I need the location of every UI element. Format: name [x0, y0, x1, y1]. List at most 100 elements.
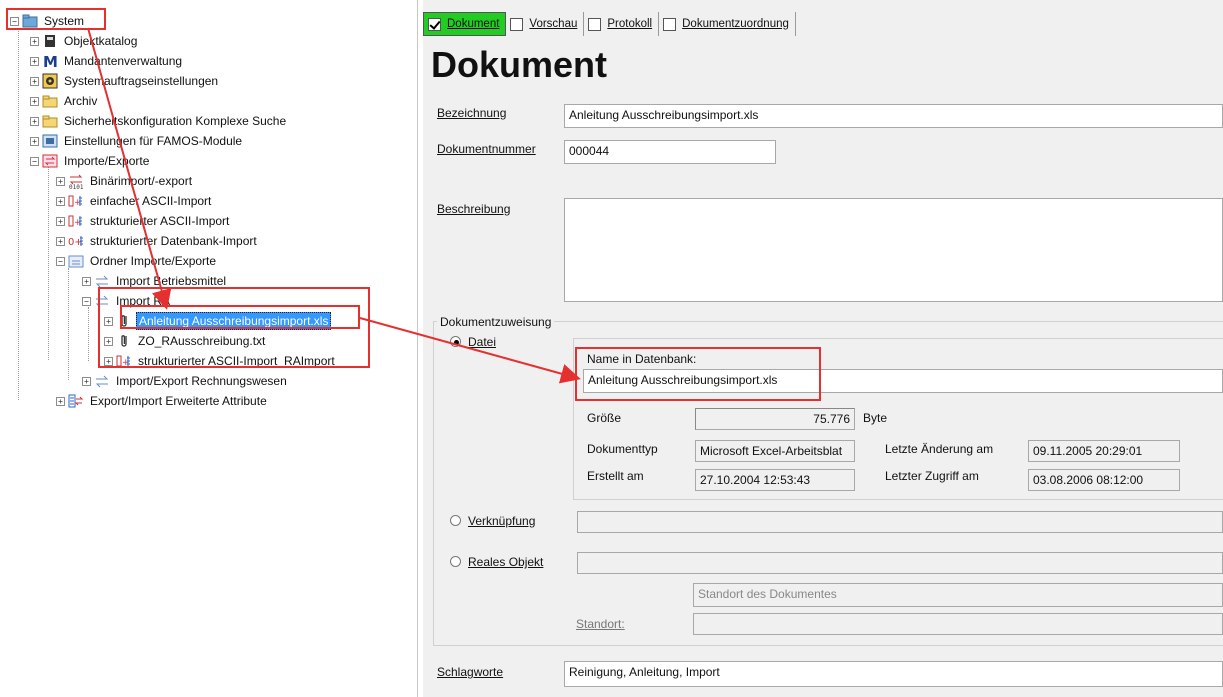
structured-import-icon: + [68, 213, 84, 229]
tree-line [88, 307, 89, 361]
annotation-box-name-db [575, 347, 821, 401]
groesse-value: 75.776 [695, 408, 855, 430]
settings-icon [42, 73, 58, 89]
database-import-icon: 0+ [68, 233, 84, 249]
module-settings-icon [42, 133, 58, 149]
tab-vorschau[interactable]: Vorschau [506, 12, 585, 36]
tree-label: Systemauftragseinstellungen [64, 74, 219, 88]
verknuepfung-label: Verknüpfung [468, 514, 536, 528]
expand-icon[interactable]: + [56, 216, 65, 226]
tree-node-importe-exporte[interactable]: − Importe/Exporte [30, 151, 151, 171]
schlagworte-input[interactable]: Reinigung, Anleitung, Import [564, 661, 1223, 687]
reales-objekt-label: Reales Objekt [468, 555, 544, 569]
import-arrows-icon [94, 373, 110, 389]
expand-icon[interactable]: + [82, 276, 91, 286]
tree-node[interactable]: + Sicherheitskonfiguration Komplexe Such… [30, 111, 288, 131]
tree-line [68, 268, 69, 380]
checkbox-checked-icon[interactable] [428, 17, 441, 31]
tab-dokument[interactable]: Dokument [423, 12, 507, 36]
binary-icon: 0101 [68, 173, 84, 189]
tree-node[interactable]: + Export/Import Erweiterte Attribute [56, 391, 269, 411]
attribute-export-icon [68, 393, 84, 409]
folder-icon [42, 113, 58, 129]
tree-label: einfacher ASCII-Import [90, 194, 212, 208]
svg-text:0101: 0101 [69, 184, 84, 189]
datei-radio[interactable] [450, 336, 461, 347]
erstellt-value: 27.10.2004 12:53:43 [695, 469, 855, 491]
dokumentnummer-input[interactable]: 000044 [564, 140, 776, 164]
schlagworte-label: Schlagworte [437, 665, 504, 679]
tab-label: Dokument [447, 18, 500, 30]
checkbox-icon[interactable] [663, 17, 677, 31]
tab-protokoll[interactable]: Protokoll [584, 12, 660, 36]
beschreibung-textarea[interactable] [564, 198, 1223, 302]
annotation-box-import-ra [98, 287, 370, 368]
tree-node[interactable]: + + einfacher ASCII-Import [56, 191, 213, 211]
tree-label: Sicherheitskonfiguration Komplexe Suche [64, 114, 287, 128]
bezeichnung-input[interactable]: Anleitung Ausschreibungsimport.xls [564, 104, 1223, 128]
catalog-icon [42, 33, 58, 49]
tree-label: Ordner Importe/Exporte [90, 254, 217, 268]
document-panel: Dokument Vorschau Protokoll Dokumentzuor… [423, 0, 1223, 697]
collapse-icon[interactable]: − [56, 256, 65, 266]
tree-line [18, 28, 19, 400]
tree-node[interactable]: + Archiv [30, 91, 99, 111]
reales-objekt-radio[interactable] [450, 556, 461, 567]
expand-icon[interactable]: + [30, 76, 39, 86]
tree-label: strukturierter Datenbank-Import [90, 234, 257, 248]
checkbox-icon[interactable] [510, 17, 524, 31]
standort-label: Standort: [576, 617, 625, 631]
tree-label: strukturierter ASCII-Import [90, 214, 230, 228]
annotation-box-system [6, 8, 106, 30]
tree-node-ordner[interactable]: − Ordner Importe/Exporte [56, 251, 218, 271]
dokumenttyp-value: Microsoft Excel-Arbeitsblat [695, 440, 855, 462]
expand-icon[interactable]: + [30, 116, 39, 126]
tree-node[interactable]: + 0+ strukturierter Datenbank-Import [56, 231, 259, 251]
tree-node[interactable]: + Import/Export Rechnungswesen [82, 371, 289, 391]
ascii-import-icon: + [68, 193, 84, 209]
zugriff-value: 03.08.2006 08:12:00 [1028, 469, 1180, 491]
tree-label: Einstellungen für FAMOS-Module [64, 134, 243, 148]
expand-icon[interactable]: + [30, 56, 39, 66]
reales-objekt-input[interactable] [577, 552, 1223, 574]
page-title: Dokument [431, 44, 608, 85]
expand-icon[interactable]: + [30, 96, 39, 106]
tree-node[interactable]: + 0101 Binärimport/-export [56, 171, 194, 191]
tab-dokumentzuordnung[interactable]: Dokumentzuordnung [659, 12, 796, 36]
standort-input[interactable] [693, 613, 1223, 635]
tree-label: Import/Export Rechnungswesen [116, 374, 287, 388]
tree-node[interactable]: + M Mandantenverwaltung [30, 51, 184, 71]
expand-icon[interactable]: + [56, 236, 65, 246]
verknuepfung-input[interactable] [577, 511, 1223, 533]
tree-label: Binärimport/-export [90, 174, 193, 188]
expand-icon[interactable]: + [30, 136, 39, 146]
expand-icon[interactable]: + [82, 376, 91, 386]
dokumenttyp-label: Dokumenttyp [587, 442, 658, 456]
tree-node[interactable]: + Systemauftragseinstellungen [30, 71, 220, 91]
tree-node[interactable]: + Einstellungen für FAMOS-Module [30, 131, 244, 151]
folder-icon [68, 253, 84, 269]
tree-line [48, 167, 49, 360]
groesse-unit: Byte [863, 411, 888, 425]
beschreibung-label: Beschreibung [437, 202, 511, 216]
erstellt-label: Erstellt am [587, 469, 644, 483]
tab-label: Dokumentzuordnung [682, 18, 789, 30]
collapse-icon[interactable]: − [30, 156, 39, 166]
tab-bar: Dokument Vorschau Protokoll Dokumentzuor… [423, 12, 796, 38]
aenderung-label: Letzte Änderung am [885, 442, 994, 456]
tree-node[interactable]: + Objektkatalog [30, 31, 139, 51]
collapse-icon[interactable]: − [82, 296, 91, 306]
standort-placeholder: Standort des Dokumentes [693, 583, 1223, 607]
expand-icon[interactable]: + [30, 36, 39, 46]
expand-icon[interactable]: + [56, 396, 65, 406]
expand-icon[interactable]: + [56, 176, 65, 186]
dokumentzuweisung-label: Dokumentzuweisung [437, 315, 555, 329]
tab-label: Vorschau [529, 18, 578, 30]
datei-label: Datei [468, 335, 497, 349]
expand-icon[interactable]: + [56, 196, 65, 206]
tree-node[interactable]: + + strukturierter ASCII-Import [56, 211, 231, 231]
tree-label: Archiv [64, 94, 98, 108]
tree-label: Importe/Exporte [64, 154, 150, 168]
verknuepfung-radio[interactable] [450, 515, 461, 526]
checkbox-icon[interactable] [588, 17, 602, 31]
